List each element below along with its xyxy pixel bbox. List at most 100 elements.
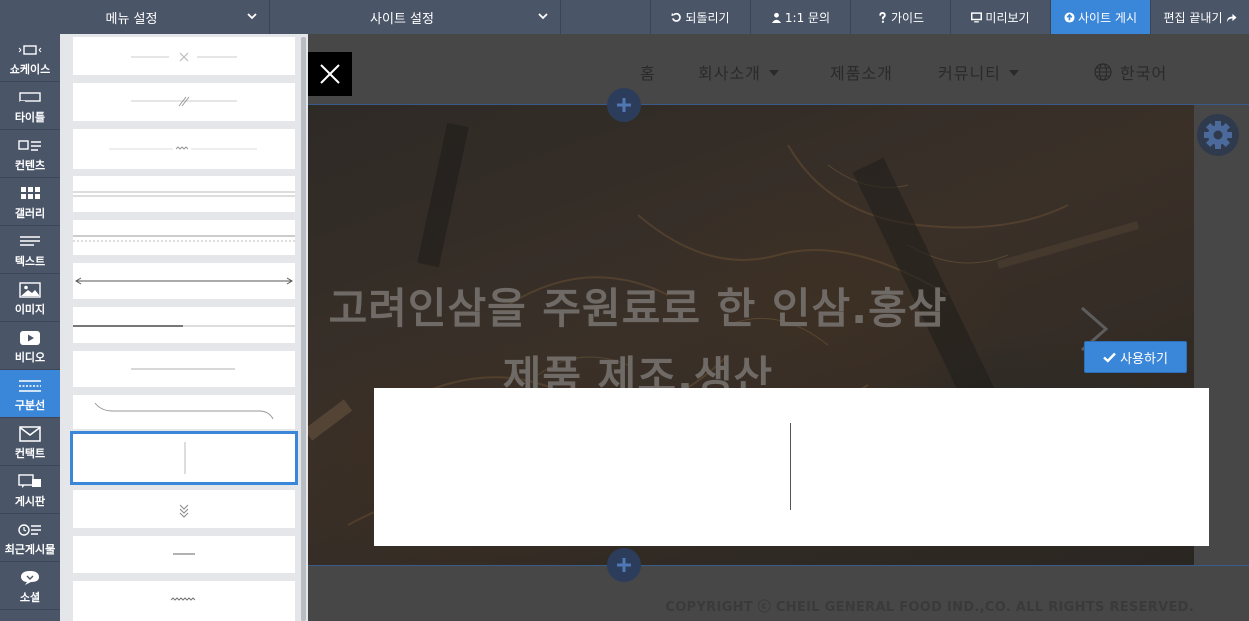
divider-preview <box>73 235 295 242</box>
undo-label: 되돌리기 <box>685 10 730 25</box>
site-header: 홈 회사소개 제품소개 커뮤니티 한국어 <box>308 34 1249 104</box>
divider-option-line-with-slash[interactable] <box>73 83 295 121</box>
divider-option-double-chevron[interactable] <box>73 490 295 528</box>
sidebar-item-contact[interactable]: 컨택트 <box>0 418 60 466</box>
footer-copyright: COPYRIGHT ⓒ CHEIL GENERAL FOOD IND.,CO. … <box>665 600 1194 615</box>
sidebar-item-label: 최근게시물 <box>4 543 56 556</box>
finish-edit-button[interactable]: 편집 끝내기 <box>1150 0 1249 34</box>
publish-site-button[interactable]: 사이트 게시 <box>1050 0 1150 34</box>
divider-preview <box>131 368 235 370</box>
divider-icon <box>19 380 41 392</box>
guide-button[interactable]: 가이드 <box>850 0 950 34</box>
divider-style-panel <box>60 34 308 621</box>
title-icon <box>19 92 41 105</box>
nav-home-label: 홈 <box>640 64 656 83</box>
menu-settings-label: 메뉴 설정 <box>105 11 158 27</box>
guide-label: 가이드 <box>890 10 925 25</box>
check-icon <box>1103 352 1116 363</box>
sidebar-item-label: 텍스트 <box>14 255 46 268</box>
divider-option-double-line[interactable] <box>73 176 295 212</box>
divider-option-short-line[interactable] <box>73 351 295 387</box>
divider-option-wavy-line[interactable] <box>73 581 295 621</box>
close-panel-button[interactable] <box>308 52 352 96</box>
sidebar-item-label: 소셜 <box>19 591 41 604</box>
divider-preview <box>75 277 293 285</box>
sidebar-item-label: 게시판 <box>14 495 46 508</box>
divider-option-dashed-line[interactable] <box>73 220 295 255</box>
nav-community-label: 커뮤니티 <box>938 64 1001 83</box>
language-selector[interactable]: 한국어 <box>1094 60 1167 84</box>
nav-products-label: 제품소개 <box>830 64 893 83</box>
add-section-button-top[interactable] <box>607 88 641 122</box>
plus-icon <box>617 558 631 572</box>
arrow-up-circle-icon <box>1064 11 1075 23</box>
divider-option-arrow-line[interactable] <box>73 263 295 299</box>
sidebar-item-label: 비디오 <box>14 351 46 364</box>
divider-preview <box>73 191 295 197</box>
globe-icon <box>1094 63 1112 81</box>
sidebar-item-divider[interactable]: 구분선 <box>0 370 60 418</box>
divider-preview-box <box>374 388 1209 546</box>
gallery-icon <box>21 187 40 199</box>
nav-about[interactable]: 회사소개 <box>698 60 779 84</box>
divider-option-thick-thin-line[interactable] <box>73 307 295 343</box>
gear-icon <box>1204 121 1232 149</box>
use-divider-label: 사용하기 <box>1120 351 1168 367</box>
divider-preview <box>184 442 186 474</box>
divider-preview <box>131 52 237 62</box>
sidebar-item-content[interactable]: 컨텐츠 <box>0 130 60 178</box>
top-toolbar: 메뉴 설정 사이트 설정 되돌리기 1:1 문의 가이드 미리보기 사이트 게시… <box>0 0 1249 34</box>
divider-option-vertical-line[interactable] <box>70 431 298 485</box>
divider-option-line-with-x[interactable] <box>73 37 295 75</box>
image-icon <box>19 282 41 298</box>
vertical-divider-preview <box>790 423 791 510</box>
site-settings-dropdown[interactable]: 사이트 설정 <box>270 0 561 34</box>
caret-down-icon <box>1008 70 1019 76</box>
divider-option-short-center-line[interactable] <box>73 536 295 573</box>
sidebar-item-recent-posts[interactable]: 최근게시물 <box>0 514 60 562</box>
recent-posts-icon <box>18 524 41 536</box>
sidebar-item-title[interactable]: 타이틀 <box>0 82 60 130</box>
question-icon <box>879 11 886 23</box>
sidebar-item-showcase[interactable]: 쇼케이스 <box>0 34 60 82</box>
widget-sidebar: 쇼케이스 타이틀 컨텐츠 갤러리 텍스트 이미지 비디오 구분선 컨택트 게시판… <box>0 34 60 621</box>
add-section-button-bottom[interactable] <box>607 548 641 582</box>
sidebar-item-text[interactable]: 텍스트 <box>0 226 60 274</box>
nav-products[interactable]: 제품소개 <box>830 60 893 84</box>
publish-label: 사이트 게시 <box>1077 10 1137 25</box>
caret-down-icon <box>768 70 779 76</box>
divider-preview <box>170 597 196 601</box>
social-icon <box>21 571 39 585</box>
divider-preview <box>179 504 189 518</box>
nav-home[interactable]: 홈 <box>640 60 656 84</box>
share-arrow-icon <box>1226 13 1237 22</box>
site-settings-label: 사이트 설정 <box>370 11 434 27</box>
menu-settings-dropdown[interactable]: 메뉴 설정 <box>0 0 270 34</box>
section-settings-button[interactable] <box>1197 114 1239 156</box>
close-icon <box>320 64 340 84</box>
divider-preview <box>173 553 195 555</box>
divider-option-line-with-zigzag[interactable] <box>73 129 295 169</box>
sidebar-item-social[interactable]: 소셜 <box>0 562 60 610</box>
panel-scrollbar[interactable] <box>301 37 306 621</box>
monitor-icon <box>971 11 983 22</box>
divider-preview <box>109 146 257 150</box>
finish-edit-label: 편집 끝내기 <box>1163 10 1223 25</box>
mail-icon <box>19 426 41 442</box>
nav-community[interactable]: 커뮤니티 <box>938 60 1019 84</box>
hero-title-line1: 고려인삼을 주원료로 한 인삼.홍삼 <box>328 284 948 333</box>
nav-about-label: 회사소개 <box>698 64 761 83</box>
inquiry-button[interactable]: 1:1 문의 <box>750 0 850 34</box>
sidebar-item-video[interactable]: 비디오 <box>0 322 60 370</box>
chevron-down-icon <box>538 13 548 20</box>
sidebar-item-label: 구분선 <box>14 399 46 412</box>
sidebar-item-image[interactable]: 이미지 <box>0 274 60 322</box>
section-border <box>308 104 1249 105</box>
divider-option-curved-line[interactable] <box>73 395 295 429</box>
preview-button[interactable]: 미리보기 <box>950 0 1050 34</box>
use-divider-button[interactable]: 사용하기 <box>1084 341 1187 373</box>
sidebar-item-label: 타이틀 <box>14 111 46 124</box>
undo-button[interactable]: 되돌리기 <box>650 0 750 34</box>
sidebar-item-gallery[interactable]: 갤러리 <box>0 178 60 226</box>
sidebar-item-board[interactable]: 게시판 <box>0 466 60 514</box>
